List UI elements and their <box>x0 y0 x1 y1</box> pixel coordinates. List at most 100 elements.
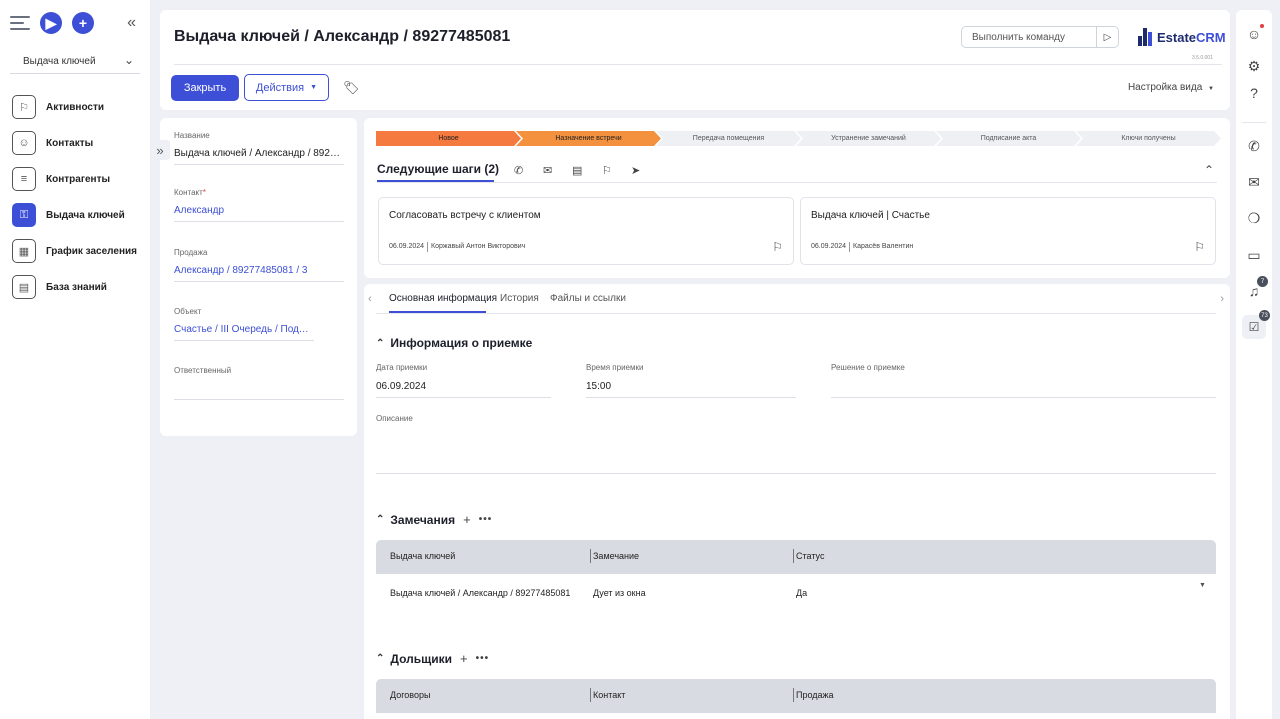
stage-fixing[interactable]: Устранение замечаний <box>796 131 941 146</box>
note-icon[interactable]: ▤ <box>572 164 582 177</box>
version-label: 3.5.0.001 <box>1192 55 1213 61</box>
reception-decision-field[interactable]: Решение о приемке <box>831 363 1216 398</box>
gear-icon[interactable]: ⚙ <box>1244 56 1264 76</box>
tag-icon[interactable]: 🏷 <box>343 80 360 96</box>
sidebar-item-counterparties[interactable]: ≡ Контрагенты <box>12 166 142 192</box>
section-select[interactable]: Выдача ключей ⌄ <box>10 50 140 74</box>
tasks-icon[interactable]: ☑ 73 <box>1242 310 1270 339</box>
add-icon[interactable]: + <box>72 12 94 34</box>
add-icon[interactable]: + <box>460 651 468 666</box>
contact-field[interactable]: Контакт* Александр <box>174 188 344 222</box>
field-label: Описание <box>376 414 413 423</box>
caret-up-icon: ⌃ <box>376 514 385 525</box>
sidebar-toolbar: ▶ + « <box>10 12 140 36</box>
help-icon[interactable]: ? <box>1244 83 1264 103</box>
field-value[interactable] <box>376 432 1216 474</box>
chevron-right-icon[interactable]: › <box>1220 293 1224 305</box>
field-value[interactable]: 06.09.2024 <box>376 381 551 398</box>
task-meta: 06.09.2024 Коржавый Антон Викторович <box>389 242 525 253</box>
shareholders-section-header[interactable]: ⌃ Дольщики + ••• <box>376 651 489 666</box>
reception-section-header[interactable]: ⌃ Информация о приемке <box>376 336 532 350</box>
remarks-section-header[interactable]: ⌃ Замечания + ••• <box>376 512 492 527</box>
telegram-icon[interactable]: ➤ <box>631 164 640 177</box>
add-icon[interactable]: + <box>463 512 471 527</box>
stage-keys-received[interactable]: Ключи получены <box>1076 131 1221 146</box>
field-value[interactable]: Александр / 89277485081 / 3 <box>174 265 344 282</box>
field-label: Решение о приемке <box>831 363 905 372</box>
command-placeholder: Выполнить команду <box>972 32 1065 43</box>
field-value[interactable]: Александр <box>174 205 344 222</box>
sidebar-item-activities[interactable]: ⚐ Активности <box>12 94 142 120</box>
stage-scheduling[interactable]: Назначение встречи <box>516 131 661 146</box>
menu-icon[interactable] <box>10 16 30 30</box>
play-icon[interactable]: ▶ <box>40 12 62 34</box>
stage-transfer[interactable]: Передача помещения <box>656 131 801 146</box>
flag-icon[interactable]: ⚐ <box>602 164 612 177</box>
sale-field[interactable]: Продажа Александр / 89277485081 / 3 <box>174 248 344 282</box>
collapse-sidebar-icon[interactable]: « <box>127 14 136 32</box>
field-value[interactable] <box>831 381 1216 398</box>
phone-icon[interactable]: ✆ <box>514 164 523 177</box>
actions-button[interactable]: Действия ▼ <box>244 74 329 101</box>
task-card[interactable]: Выдача ключей | Счастье 06.09.2024 Карас… <box>800 197 1216 265</box>
column-header[interactable]: Продажа <box>796 690 834 700</box>
task-card[interactable]: Согласовать встречу с клиентом 06.09.202… <box>378 197 794 265</box>
sidebar-item-key-issue[interactable]: ⚿ Выдача ключей <box>12 202 142 228</box>
column-header[interactable]: Выдача ключей <box>390 551 455 561</box>
bell-icon[interactable]: ♫ 7 <box>1244 276 1268 301</box>
close-button[interactable]: Закрыть <box>171 75 239 101</box>
chevron-up-icon[interactable]: ⌃ <box>1204 163 1214 177</box>
stage-new[interactable]: Новое <box>376 131 521 146</box>
reception-date-field[interactable]: Дата приемки 06.09.2024 <box>376 363 551 398</box>
more-icon[interactable]: ••• <box>479 514 493 525</box>
logo-mark-icon <box>1138 28 1154 46</box>
page-title: Выдача ключей / Александр / 89277485081 <box>174 28 511 45</box>
column-header[interactable]: Договоры <box>390 690 430 700</box>
flag-icon[interactable]: ⚐ <box>1194 240 1205 254</box>
sidebar-item-contacts[interactable]: ☺ Контакты <box>12 130 142 156</box>
remarks-table-header: Выдача ключей Замечание Статус <box>376 540 1216 574</box>
column-header[interactable]: Контакт <box>593 690 625 700</box>
object-field[interactable]: Объект Счастье / III Очередь / Подъезд <box>174 307 344 341</box>
chevron-left-icon[interactable]: ‹ <box>368 293 372 305</box>
user-profile-icon[interactable]: ☺ <box>1244 24 1264 44</box>
task-person: Карасёв Валентин <box>853 243 914 250</box>
mail-icon[interactable]: ✉ <box>1244 172 1264 192</box>
document-icon: ≡ <box>12 167 36 191</box>
sidebar-item-knowledge-base[interactable]: ▤ База знаний <box>12 274 142 300</box>
run-command-icon[interactable]: ▷ <box>1096 27 1118 47</box>
field-value[interactable]: Счастье / III Очередь / Подъезд <box>174 324 314 341</box>
reception-time-field[interactable]: Время приемки 15:00 <box>586 363 796 398</box>
command-input[interactable]: Выполнить команду ▷ <box>961 26 1119 48</box>
stage-signing[interactable]: Подписание акта <box>936 131 1081 146</box>
tab-main-info[interactable]: Основная информация <box>389 293 497 304</box>
task-date: 06.09.2024 <box>811 243 847 250</box>
sidebar-item-settlement-schedule[interactable]: ▦ График заселения <box>12 238 142 264</box>
column-header[interactable]: Замечание <box>593 551 639 561</box>
field-label: Дата приемки <box>376 363 428 372</box>
column-header[interactable]: Статус <box>796 551 824 561</box>
actions-label: Действия <box>255 81 305 94</box>
expand-panel-icon[interactable]: » <box>150 140 170 160</box>
phone-icon[interactable]: ✆ <box>1244 136 1264 156</box>
tab-history[interactable]: История <box>500 293 539 304</box>
caret-down-icon[interactable]: ▼ <box>1199 582 1206 589</box>
field-value[interactable]: Выдача ключей / Александр / 89277485081 <box>174 148 344 165</box>
message-icon[interactable]: ▭ <box>1244 245 1264 265</box>
tab-files-links[interactable]: Файлы и ссылки <box>550 293 626 304</box>
mail-icon[interactable]: ✉ <box>543 164 552 177</box>
reception-description-field[interactable]: Описание <box>376 414 1216 474</box>
field-value[interactable]: 15:00 <box>586 381 796 398</box>
view-settings-button[interactable]: Настройка вида ▼ <box>1128 82 1214 93</box>
calendar-search-icon: ▦ <box>12 239 36 263</box>
tasks-badge: 73 <box>1259 310 1270 321</box>
chat-icon[interactable]: ❍ <box>1244 208 1264 228</box>
flag-icon[interactable]: ⚐ <box>772 240 783 254</box>
responsible-field[interactable]: Ответственный <box>174 366 344 400</box>
next-steps-divider <box>377 182 1217 183</box>
next-steps-title[interactable]: Следующие шаги (2) <box>377 162 499 176</box>
caret-up-icon: ⌃ <box>376 337 385 349</box>
field-value[interactable] <box>174 383 344 400</box>
name-field[interactable]: Название Выдача ключей / Александр / 892… <box>174 131 344 165</box>
more-icon[interactable]: ••• <box>476 653 490 664</box>
